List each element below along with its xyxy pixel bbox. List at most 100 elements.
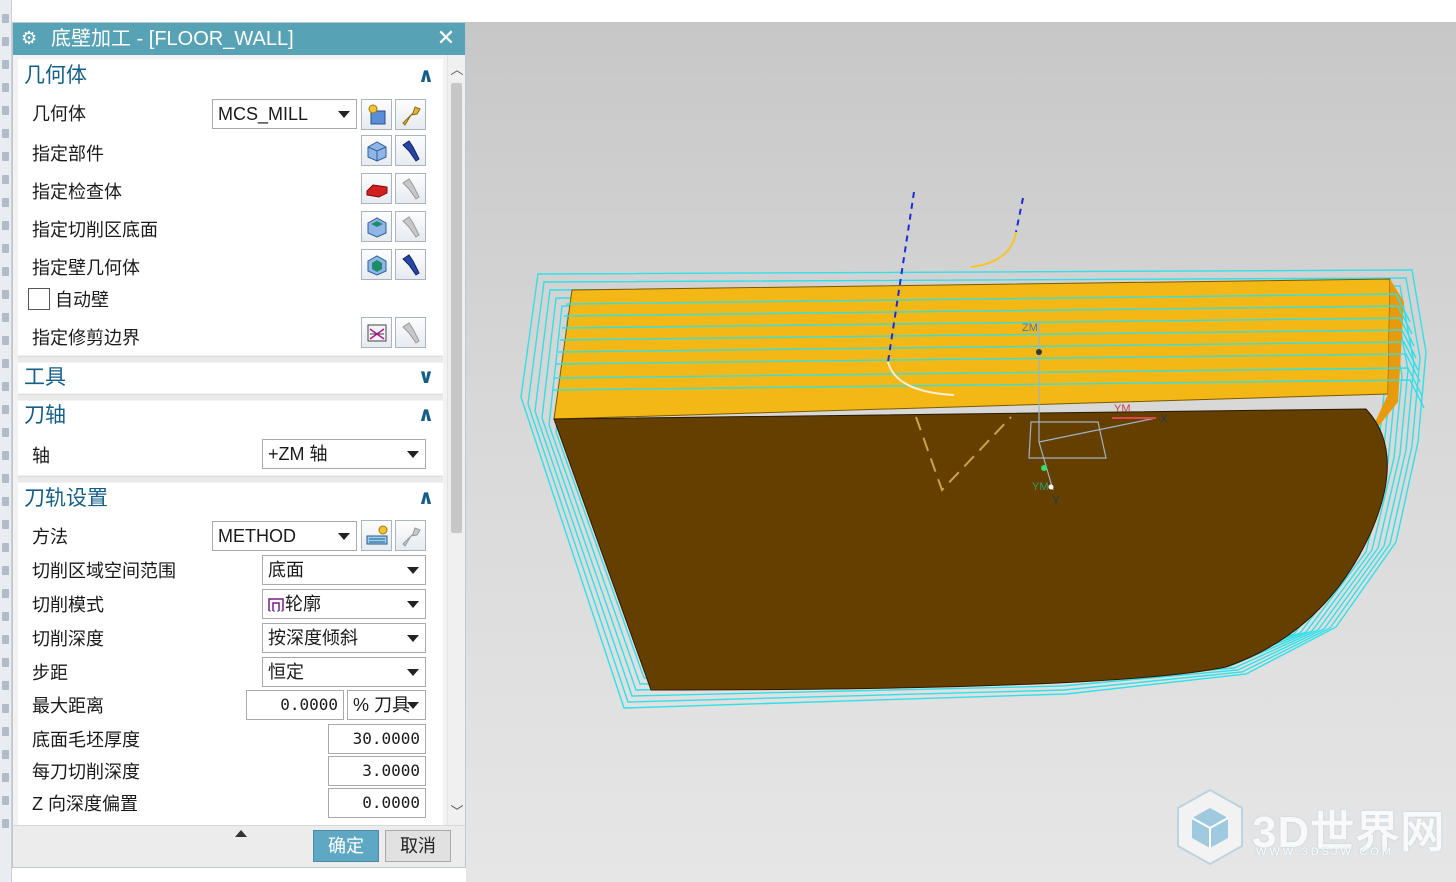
z-offset-input[interactable]: 0.0000	[328, 788, 426, 818]
show-part-button[interactable]	[395, 135, 426, 166]
select-check-button[interactable]	[361, 173, 392, 204]
toolbar-tick	[2, 382, 9, 391]
section-divider	[18, 356, 443, 362]
dropdown-arrow-icon	[407, 635, 419, 642]
stepover-select[interactable]: 恒定	[262, 657, 426, 687]
flashlight-icon	[402, 322, 420, 344]
toolbar-tick	[2, 106, 9, 115]
cut-pattern-label: 切削模式	[32, 595, 104, 615]
show-trim-button[interactable]	[395, 317, 426, 348]
dialog-titlebar[interactable]: ⚙ 底壁加工 - [FLOOR_WALL] ✕	[13, 23, 465, 55]
show-floor-button[interactable]	[395, 211, 426, 242]
axis-select[interactable]: +ZM 轴	[262, 439, 426, 469]
toolbar-tick	[2, 313, 9, 322]
edit-wrench-icon	[402, 106, 421, 126]
graphics-viewport[interactable]: ZM YM X YM Y	[466, 22, 1456, 882]
toolbar-tick	[2, 796, 9, 805]
toolbar-tick	[2, 727, 9, 736]
toolbar-tick	[2, 267, 9, 276]
cut-region-select[interactable]: 底面	[262, 555, 426, 585]
toolbar-tick	[2, 497, 9, 506]
left-toolbar-strip	[0, 0, 12, 882]
edit-geometry-button[interactable]	[395, 99, 426, 130]
geometry-section-title[interactable]: 几何体	[24, 63, 87, 89]
part-top-face	[553, 278, 1391, 420]
max-distance-unit-select[interactable]: % 刀具	[347, 690, 426, 720]
toolbar-tick	[2, 290, 9, 299]
show-check-button[interactable]	[395, 173, 426, 204]
floor-stock-label: 底面毛坯厚度	[32, 730, 140, 750]
chevron-up-icon[interactable]: ∧	[415, 65, 437, 87]
method-select[interactable]: METHOD	[212, 521, 357, 551]
contour-pattern-icon	[268, 598, 284, 612]
select-wall-button[interactable]	[361, 249, 392, 280]
toolbar-tick	[2, 520, 9, 529]
auto-wall-checkbox[interactable]	[28, 288, 50, 310]
dialog-content: 几何体 ∧ 几何体 MCS_MILL 指定部件 指定检查体 指定切削区底面 指定…	[13, 55, 447, 825]
collapse-icon[interactable]	[235, 830, 247, 837]
axis-section-title[interactable]: 刀轴	[24, 403, 66, 429]
edit-wrench-icon	[402, 527, 421, 547]
max-distance-unit-value: % 刀具	[353, 695, 411, 715]
select-part-button[interactable]	[361, 135, 392, 166]
ok-button[interactable]: 确定	[313, 830, 379, 862]
max-distance-label: 最大距离	[32, 696, 104, 716]
wall-geometry-icon	[367, 255, 387, 276]
zm-axis-label: ZM	[1022, 322, 1038, 334]
toolbar-tick	[2, 474, 9, 483]
dropdown-arrow-icon	[407, 567, 419, 574]
edit-method-button[interactable]	[395, 520, 426, 551]
floor-wall-dialog: ⚙ 底壁加工 - [FLOOR_WALL] ✕ 几何体 ∧ 几何体 MCS_MI…	[12, 22, 466, 868]
show-wall-button[interactable]	[395, 249, 426, 280]
axis-select-value: +ZM 轴	[268, 444, 328, 464]
chevron-up-icon[interactable]: ∧	[415, 404, 437, 426]
new-method-button[interactable]	[361, 520, 392, 551]
chevron-up-icon[interactable]: ∧	[415, 487, 437, 509]
toolbar-tick	[2, 60, 9, 69]
tool-section[interactable]: 工具 ∨	[18, 363, 443, 393]
cut-region-select-value: 底面	[268, 560, 304, 580]
cancel-button[interactable]: 取消	[385, 830, 451, 862]
depth-per-cut-input[interactable]: 3.0000	[328, 756, 426, 786]
section-divider	[18, 476, 443, 482]
cut-pattern-select-value: 轮廓	[285, 594, 321, 614]
geometry-select-value: MCS_MILL	[218, 104, 309, 124]
toolbar-tick	[2, 83, 9, 92]
specify-floor-label: 指定切削区底面	[32, 220, 158, 240]
toolbar-tick	[2, 221, 9, 230]
toolbar-tick	[2, 773, 9, 782]
geometry-select[interactable]: MCS_MILL	[212, 99, 357, 129]
chevron-down-icon[interactable]: ∨	[415, 366, 437, 388]
gear-icon: ⚙	[21, 28, 38, 48]
flashlight-icon	[402, 140, 420, 162]
tool-section-title[interactable]: 工具	[24, 365, 66, 391]
specify-check-label: 指定检查体	[32, 182, 122, 202]
scroll-down-icon[interactable]: ﹀	[448, 801, 466, 821]
toolbar-tick	[2, 612, 9, 621]
stepover-label: 步距	[32, 663, 68, 683]
toolbar-tick	[2, 589, 9, 598]
specify-trim-label: 指定修剪边界	[32, 328, 140, 348]
toolbar-tick	[2, 451, 9, 460]
scroll-up-icon[interactable]: ︿	[448, 59, 466, 79]
flashlight-icon	[402, 178, 420, 200]
close-icon[interactable]: ✕	[435, 27, 457, 49]
max-distance-input[interactable]: 0.0000	[246, 690, 344, 720]
dropdown-arrow-icon	[407, 451, 419, 458]
scroll-thumb[interactable]	[451, 83, 462, 533]
dialog-scrollbar[interactable]: ︿ ﹀	[447, 55, 465, 825]
ym-axis-label: YM	[1032, 481, 1049, 493]
toolbar-tick	[2, 14, 9, 23]
path-section-title[interactable]: 刀轨设置	[24, 486, 108, 512]
new-geometry-button[interactable]	[361, 99, 392, 130]
tool-axis-section: 刀轴 ∧ 轴 +ZM 轴	[18, 401, 443, 475]
select-trim-button[interactable]	[361, 317, 392, 348]
cut-depth-select[interactable]: 按深度倾斜	[262, 623, 426, 653]
select-floor-button[interactable]	[361, 211, 392, 242]
specify-part-label: 指定部件	[32, 144, 104, 164]
toolbar-tick	[2, 681, 9, 690]
toolbar-tick	[2, 819, 9, 828]
cut-pattern-select[interactable]: 轮廓	[262, 589, 426, 619]
floor-stock-input[interactable]: 30.0000	[328, 724, 426, 754]
trim-boundary-icon	[367, 324, 387, 342]
